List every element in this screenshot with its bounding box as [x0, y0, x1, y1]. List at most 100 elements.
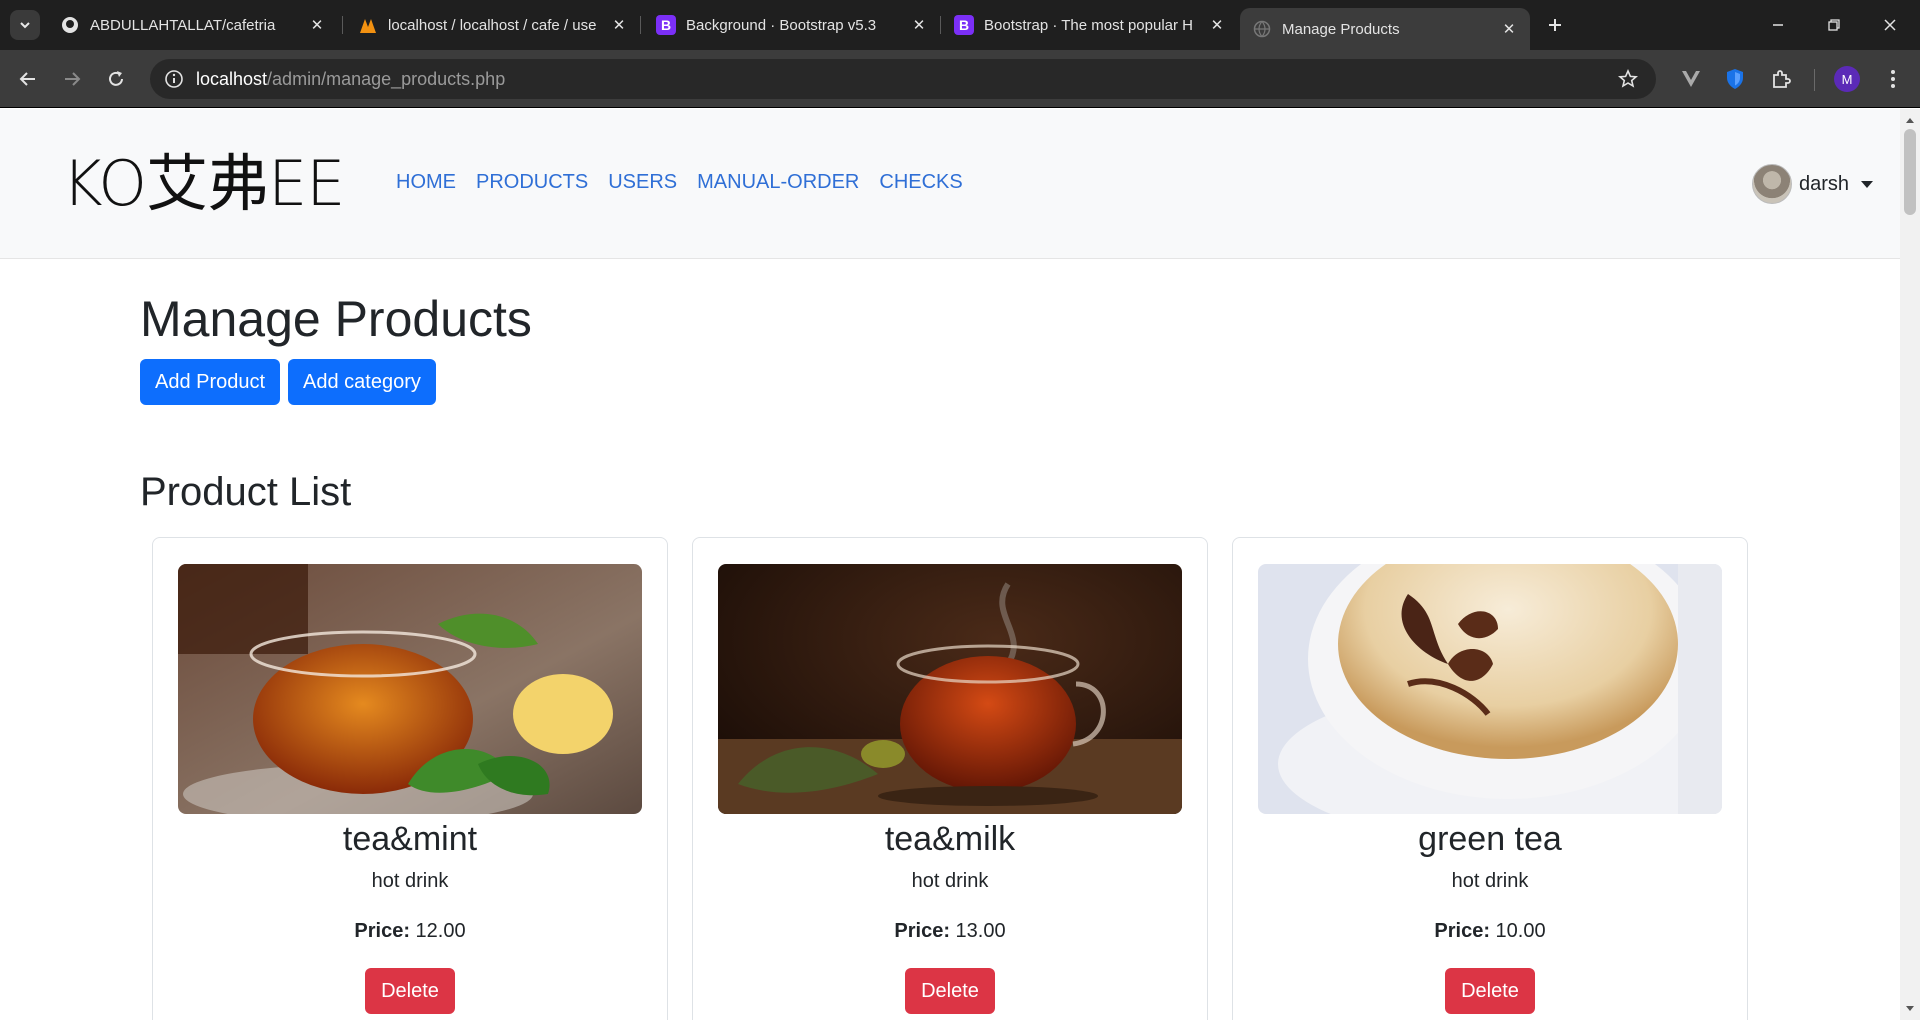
profile-avatar[interactable]: M: [1834, 66, 1860, 92]
user-menu-toggle[interactable]: darsh: [1752, 164, 1874, 204]
minimize-button[interactable]: [1758, 8, 1798, 42]
tab-title: ABDULLAHTALLAT/cafetria: [90, 16, 276, 34]
nav-link-home[interactable]: HOME: [396, 171, 456, 194]
product-name: green tea: [1418, 820, 1562, 858]
window-close-button[interactable]: [1870, 8, 1910, 42]
tab-bootstrap-background[interactable]: B Background · Bootstrap v5.3 ✕: [644, 8, 940, 42]
price-value: 10.00: [1495, 920, 1546, 942]
tab-divider: [640, 16, 641, 34]
tab-divider: [940, 16, 941, 34]
arrow-right-icon: [65, 72, 81, 86]
close-icon[interactable]: ✕: [1206, 14, 1228, 36]
product-card: green tea hot drink Price: 10.00 Delete: [1232, 537, 1748, 1020]
close-icon[interactable]: ✕: [908, 14, 930, 36]
bookmark-star-icon[interactable]: [1616, 67, 1640, 91]
bootstrap-icon: B: [954, 15, 974, 35]
url-text: localhost/admin/manage_products.php: [196, 69, 505, 90]
restore-icon: [1828, 19, 1840, 31]
tab-bootstrap-home[interactable]: B Bootstrap · The most popular H ✕: [942, 8, 1238, 42]
product-category: hot drink: [371, 870, 449, 892]
browser-tab-strip: ABDULLAHTALLAT/cafetria ✕ localhost / lo…: [0, 0, 1920, 50]
site-info-icon[interactable]: [162, 67, 186, 91]
page-scrollbar[interactable]: [1900, 109, 1920, 1020]
avatar: [1752, 164, 1792, 204]
more-vertical-icon: [1891, 70, 1895, 88]
caret-down-icon: [1861, 180, 1874, 188]
plus-icon: [1549, 19, 1561, 31]
tab-phpmyadmin[interactable]: localhost / localhost / cafe / use ✕: [346, 8, 640, 42]
arrow-left-icon: [19, 72, 35, 86]
tab-search-button[interactable]: [10, 10, 40, 40]
url-path: /admin/manage_products.php: [267, 68, 506, 89]
shield-icon: [1727, 69, 1743, 89]
reload-button[interactable]: [100, 63, 132, 95]
price-label: Price:: [894, 920, 950, 942]
shield-extension[interactable]: [1720, 64, 1750, 94]
product-image-green-tea: [1258, 564, 1722, 814]
scroll-up-arrow-icon[interactable]: [1900, 113, 1920, 127]
address-bar[interactable]: localhost/admin/manage_products.php: [150, 59, 1656, 99]
add-category-button[interactable]: Add category: [288, 359, 436, 405]
toolbar-divider: [1814, 69, 1815, 91]
product-image-tea-mint: [178, 564, 642, 814]
product-image-tea-milk: [718, 564, 1182, 814]
close-icon[interactable]: ✕: [608, 14, 630, 36]
product-name: tea&mint: [342, 820, 478, 858]
extensions-button[interactable]: [1766, 64, 1796, 94]
close-icon[interactable]: ✕: [1498, 18, 1520, 40]
tab-title: Manage Products: [1282, 20, 1400, 38]
minimize-icon: [1773, 24, 1783, 26]
globe-icon: [1252, 19, 1272, 39]
tab-title: Bootstrap · The most popular H: [984, 16, 1193, 34]
github-icon: [60, 15, 80, 35]
product-card: tea&mint hot drink Price: 12.00 Delete: [152, 537, 668, 1020]
nav-link-users[interactable]: USERS: [608, 171, 677, 194]
tab-divider: [342, 16, 343, 34]
product-price: Price: 12.00: [153, 920, 667, 943]
tab-title: localhost / localhost / cafe / use: [388, 16, 597, 34]
site-navbar: KO艾弗EE HOME PRODUCTS USERS MANUAL-ORDER …: [0, 109, 1900, 259]
nav-link-products[interactable]: PRODUCTS: [476, 171, 588, 194]
nav-link-manual-order[interactable]: MANUAL-ORDER: [697, 171, 859, 194]
product-category: hot drink: [1451, 870, 1529, 892]
reload-icon: [109, 71, 123, 86]
close-icon: [1884, 19, 1896, 31]
product-price: Price: 10.00: [1233, 920, 1747, 943]
restore-button[interactable]: [1814, 8, 1854, 42]
price-value: 13.00: [955, 920, 1006, 942]
page-title: Manage Products: [140, 291, 532, 347]
browser-menu-button[interactable]: [1878, 64, 1908, 94]
chevron-down-icon: [20, 22, 30, 29]
product-price: Price: 13.00: [693, 920, 1207, 943]
bootstrap-icon: B: [656, 15, 676, 35]
puzzle-icon: [1773, 70, 1791, 88]
price-value: 12.00: [415, 920, 466, 942]
delete-button[interactable]: Delete: [1445, 968, 1535, 1014]
price-label: Price:: [1434, 920, 1490, 942]
delete-button[interactable]: Delete: [905, 968, 995, 1014]
close-icon[interactable]: ✕: [306, 14, 328, 36]
product-card: tea&milk hot drink Price: 13.00 Delete: [692, 537, 1208, 1020]
scrollbar-thumb[interactable]: [1904, 129, 1916, 215]
product-name: tea&milk: [884, 820, 1016, 858]
vue-devtools-extension[interactable]: [1676, 64, 1706, 94]
tab-title: Background · Bootstrap v5.3: [686, 16, 877, 34]
add-product-button[interactable]: Add Product: [140, 359, 281, 405]
phpmyadmin-icon: [358, 15, 378, 35]
browser-toolbar: localhost/admin/manage_products.php M: [0, 50, 1920, 108]
forward-button[interactable]: [56, 63, 88, 95]
tab-github[interactable]: ABDULLAHTALLAT/cafetria ✕: [48, 8, 338, 42]
scroll-down-arrow-icon[interactable]: [1900, 1002, 1920, 1016]
product-list-title: Product List: [140, 470, 352, 514]
back-button[interactable]: [12, 63, 44, 95]
new-tab-button[interactable]: [1540, 10, 1570, 40]
main-nav: HOME PRODUCTS USERS MANUAL-ORDER CHECKS: [396, 171, 963, 194]
brand-logo[interactable]: KO艾弗EE: [62, 149, 345, 219]
nav-link-checks[interactable]: CHECKS: [879, 171, 962, 194]
page-viewport: KO艾弗EE HOME PRODUCTS USERS MANUAL-ORDER …: [0, 109, 1900, 1020]
product-category: hot drink: [911, 870, 989, 892]
delete-button[interactable]: Delete: [365, 968, 455, 1014]
tab-manage-products[interactable]: Manage Products ✕: [1240, 8, 1530, 50]
price-label: Price:: [354, 920, 410, 942]
vue-icon: [1682, 71, 1700, 87]
